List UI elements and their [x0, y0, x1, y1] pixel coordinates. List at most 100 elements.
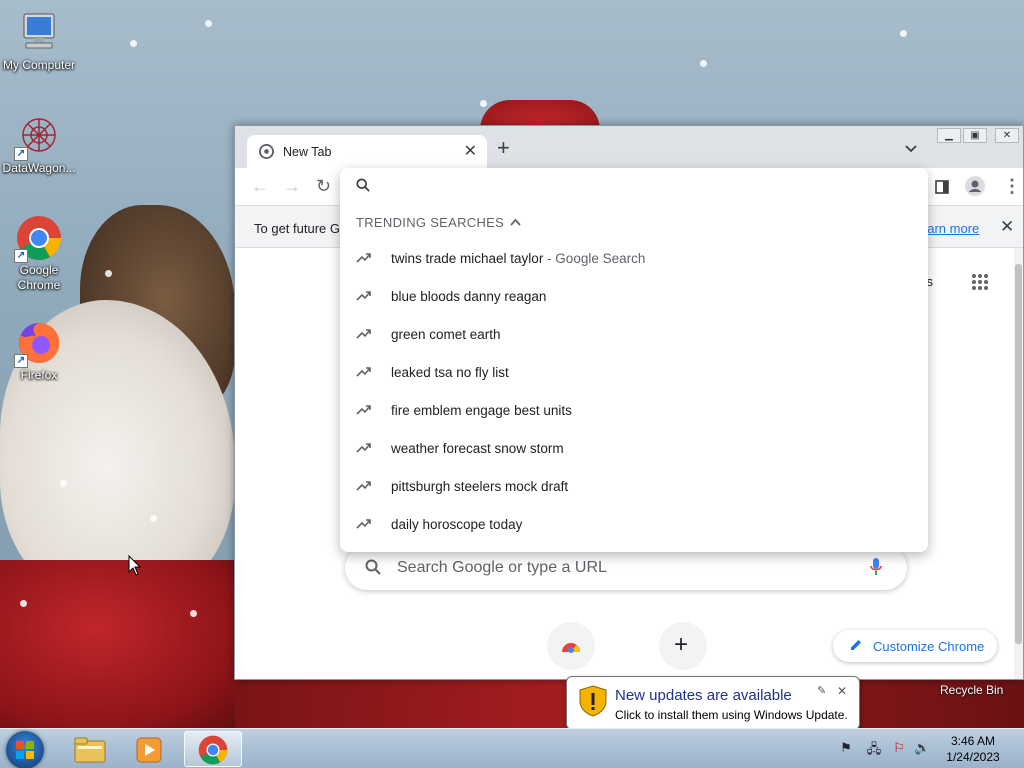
- windows-logo-icon: [16, 741, 34, 764]
- suggestion-query: green comet earth: [391, 327, 501, 342]
- snowflake: [480, 100, 487, 107]
- search-placeholder: Search Google or type a URL: [397, 559, 607, 576]
- shortcut-arrow-icon: ↗: [14, 354, 28, 368]
- desktop-icon-my-computer[interactable]: My Computer: [1, 10, 77, 73]
- notification-close-icon[interactable]: ✕: [837, 684, 847, 698]
- tab-new-tab[interactable]: New Tab ✕: [247, 135, 487, 168]
- minimize-button[interactable]: ▁: [937, 128, 961, 143]
- tab-close-icon[interactable]: ✕: [464, 141, 477, 161]
- suggestion-text: daily horoscope today: [391, 517, 522, 532]
- trending-arrow-icon: [356, 478, 372, 494]
- menu-kebab-icon[interactable]: ⋮: [1003, 176, 1021, 197]
- reload-icon[interactable]: ↻: [316, 176, 331, 197]
- tab-search-chevron-icon[interactable]: [905, 140, 917, 158]
- clock-date: 1/24/2023: [946, 750, 1000, 764]
- trending-arrow-icon: [356, 364, 372, 380]
- tab-title: New Tab: [283, 145, 332, 159]
- desktop-icon-firefox[interactable]: ↗ Firefox: [1, 320, 77, 383]
- trending-arrow-icon: [356, 516, 372, 532]
- suggestion-item[interactable]: green comet earth: [340, 316, 928, 354]
- error-flag-icon[interactable]: ⚐: [891, 740, 907, 756]
- snowflake: [700, 60, 707, 67]
- suggestion-item[interactable]: pittsburgh steelers mock draft: [340, 468, 928, 506]
- ntp-search-box[interactable]: Search Google or type a URL: [345, 546, 907, 590]
- microphone-icon[interactable]: [870, 558, 882, 581]
- desktop-icon-label: My Computer: [2, 58, 76, 72]
- customize-chrome-button[interactable]: Customize Chrome: [833, 630, 997, 662]
- mouse-cursor-icon: [128, 554, 142, 582]
- suggestion-query: twins trade michael taylor: [391, 251, 544, 266]
- start-button[interactable]: [6, 731, 44, 768]
- suggestion-text: blue bloods danny reagan: [391, 289, 546, 304]
- chrome-icon: [198, 735, 228, 768]
- taskbar-chrome[interactable]: [184, 731, 242, 767]
- suggestion-text: leaked tsa no fly list: [391, 365, 509, 380]
- suggestion-text: twins trade michael taylor - Google Sear…: [391, 251, 645, 266]
- recycle-bin-label[interactable]: Recycle Bin: [940, 683, 1003, 697]
- trending-arrow-icon: [356, 440, 372, 456]
- wallpaper-coat: [0, 560, 240, 730]
- suggestion-item[interactable]: daily horoscope today: [340, 506, 928, 544]
- suggestion-source: - Google Search: [543, 251, 646, 266]
- collapse-chevron-icon[interactable]: [510, 215, 521, 229]
- suggestion-item[interactable]: twins trade michael taylor - Google Sear…: [340, 240, 928, 278]
- suggestion-text: fire emblem engage best units: [391, 403, 572, 418]
- network-icon[interactable]: 🖧: [866, 740, 882, 756]
- update-notification[interactable]: New updates are available Click to insta…: [566, 676, 860, 741]
- search-icon: [365, 559, 381, 580]
- shield-warning-icon: [579, 685, 607, 722]
- volume-icon[interactable]: 🔊: [914, 740, 930, 756]
- snowflake: [60, 480, 67, 487]
- forward-arrow-icon[interactable]: →: [283, 176, 301, 197]
- apps-grid-icon[interactable]: [972, 274, 988, 290]
- system-clock[interactable]: 3:46 AM 1/24/2023: [930, 733, 1016, 765]
- suggestion-query: blue bloods danny reagan: [391, 289, 547, 304]
- add-shortcut-button[interactable]: +: [659, 622, 707, 670]
- action-center-flag-icon[interactable]: ⚑: [838, 740, 854, 756]
- snowflake: [900, 30, 907, 37]
- shortcut-tile-chrome-web-store[interactable]: [547, 622, 595, 670]
- datawagon-icon: ↗: [14, 113, 62, 161]
- taskbar-media-player[interactable]: [122, 731, 180, 767]
- scrollbar-thumb[interactable]: [1015, 264, 1022, 644]
- customize-chrome-label: Customize Chrome: [873, 639, 985, 654]
- snowflake: [150, 515, 157, 522]
- new-tab-button[interactable]: +: [497, 137, 510, 159]
- suggestion-query: pittsburgh steelers mock draft: [391, 479, 569, 494]
- media-player-icon: [136, 737, 162, 768]
- trending-arrow-icon: [356, 288, 372, 304]
- omnibox-search-icon: [356, 178, 370, 197]
- shortcut-arrow-icon: ↗: [14, 249, 28, 263]
- suggestion-text: weather forecast snow storm: [391, 441, 564, 456]
- suggestion-query: leaked tsa no fly list: [391, 365, 509, 380]
- trending-arrow-icon: [356, 402, 372, 418]
- suggestion-query: weather forecast snow storm: [391, 441, 564, 456]
- side-panel-icon[interactable]: [935, 178, 949, 199]
- trending-arrow-icon: [356, 326, 372, 342]
- snowflake: [105, 270, 112, 277]
- desktop-icon-datawagon[interactable]: ↗ DataWagon...: [1, 113, 77, 176]
- suggestion-item[interactable]: fire emblem engage best units: [340, 392, 928, 430]
- desktop-icon-google-chrome[interactable]: ↗ Google Chrome: [1, 215, 77, 293]
- trending-arrow-icon: [356, 250, 372, 266]
- maximize-button[interactable]: ▣: [963, 128, 987, 143]
- learn-more-link[interactable]: earn more: [920, 221, 979, 236]
- taskbar-file-explorer[interactable]: [62, 731, 120, 767]
- snowflake: [205, 20, 212, 27]
- info-bar-close-icon[interactable]: ✕: [1000, 217, 1014, 237]
- profile-avatar-icon[interactable]: [965, 176, 985, 201]
- suggestion-item[interactable]: weather forecast snow storm: [340, 430, 928, 468]
- suggestion-item[interactable]: leaked tsa no fly list: [340, 354, 928, 392]
- info-bar-text: To get future G: [254, 221, 340, 236]
- desktop-icon-label: Google Chrome: [17, 263, 61, 292]
- close-window-button[interactable]: ✕: [995, 128, 1019, 143]
- chrome-icon: ↗: [14, 215, 62, 263]
- suggestion-text: green comet earth: [391, 327, 501, 342]
- wrench-icon[interactable]: ✎: [817, 684, 826, 697]
- suggestion-item[interactable]: blue bloods danny reagan: [340, 278, 928, 316]
- folder-icon: [74, 737, 106, 768]
- suggestion-query: daily horoscope today: [391, 517, 523, 532]
- desktop-icon-label: Firefox: [20, 368, 58, 382]
- back-arrow-icon[interactable]: ←: [251, 176, 269, 197]
- chrome-favicon-icon: [259, 144, 274, 164]
